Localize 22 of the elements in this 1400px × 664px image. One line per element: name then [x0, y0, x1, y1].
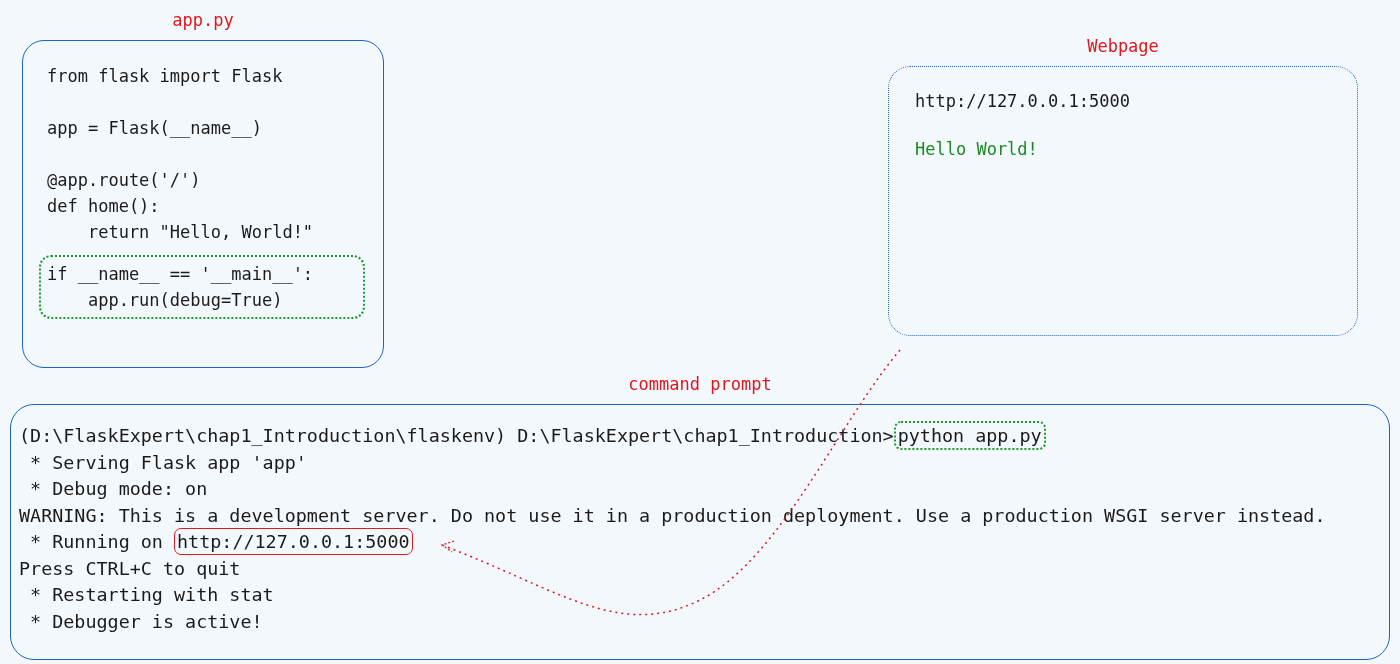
- code-line: return "Hello, World!": [86, 221, 315, 244]
- terminal-line: (D:\FlaskExpert\chap1_Introduction\flaskenv) D:\FlaskExpert\chap1_Introduction>: [19, 425, 894, 446]
- code-line: app.run(debug=True): [86, 289, 284, 312]
- terminal-line: Press CTRL+C to quit: [19, 556, 242, 581]
- code-line: from flask import Flask: [47, 65, 284, 88]
- terminal-line: * Running on: [29, 531, 164, 552]
- terminal-line: * Debugger is active!: [29, 609, 264, 634]
- webpage-content: Hello World!: [915, 139, 1039, 159]
- code-line: @app.route('/'): [47, 169, 202, 192]
- terminal-label: command prompt: [628, 374, 772, 394]
- webpage-label: Webpage: [1087, 36, 1159, 56]
- code-line: def home():: [47, 195, 161, 218]
- highlighted-text: python app.py: [893, 421, 1046, 450]
- terminal-line: * Restarting with stat: [29, 583, 275, 607]
- code-line: if __name__ == '__main__':: [47, 263, 315, 286]
- terminal-line: WARNING: This is a development server. Do not use it in a production deployment. Use a production WSGI server instead.: [19, 503, 1327, 528]
- highlighted-text: http://127.0.0.1:5000: [174, 528, 413, 555]
- code-line: app = Flask(__name__): [47, 117, 263, 140]
- webpage-url: http://127.0.0.1:5000: [915, 91, 1131, 111]
- file-name-label: app.py: [172, 10, 234, 30]
- terminal-line: * Serving Flask app 'app': [29, 450, 308, 475]
- terminal-line: * Debug mode: on: [29, 477, 209, 501]
